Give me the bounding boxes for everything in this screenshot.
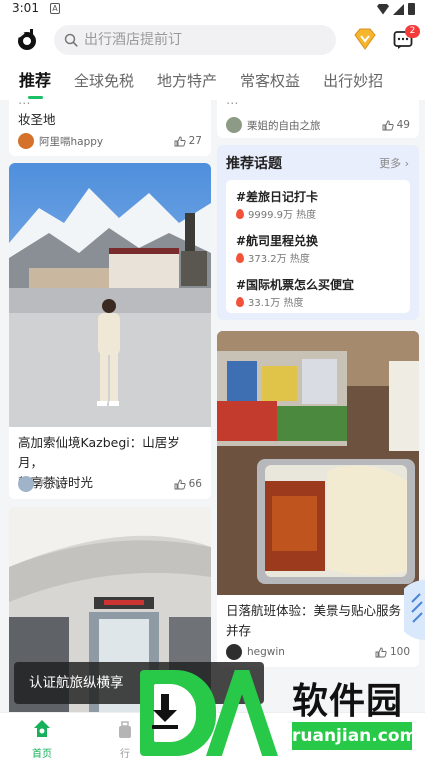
nav-trip-label: 行 [120,749,130,759]
like-count: 66 [188,478,202,490]
avatar[interactable] [226,644,242,660]
card-meta: 栗姐的自由之旅 49 [226,116,410,134]
topic-item[interactable]: #国际机票怎么买便宜 33.1万 热度 [236,276,354,309]
topic-heat-value: 33.1万 热度 [248,298,304,309]
avatar[interactable] [18,476,34,492]
thumbs-up-icon [382,120,394,130]
nav-home-label: 首页 [32,749,52,759]
tab-frequent-flyer[interactable]: 常客权益 [240,64,300,98]
category-tabs: 推荐 全球免税 地方特产 常客权益 出行妙招 [0,64,425,100]
card-title-line1: 日落航班体验：美景与贴心服务 [226,603,402,618]
feed-card[interactable]: … 妆圣地 阿里嗝happy 27 [9,100,211,156]
floating-badge-icon[interactable] [404,580,425,640]
thumbs-up-icon [174,136,186,146]
like-button[interactable]: 100 [375,646,410,658]
author-name[interactable]: 栗姐的自由之旅 [247,118,382,133]
signal-icon [393,3,404,15]
search-icon [64,33,78,47]
app-logo-icon[interactable] [15,27,39,51]
status-bar: 3:01 A [0,0,425,18]
card-meta: hegwin 100 [226,643,410,661]
tab-global-dutyfree[interactable]: 全球免税 [74,64,134,98]
vip-diamond-icon[interactable] [352,27,378,51]
app-notification-icon: A [50,3,60,14]
card-meta: 阿里嗝happy 27 [18,132,202,150]
message-badge: 2 [405,25,420,38]
card-title-line1: … [217,100,419,110]
author-name[interactable]: 凡凡S [39,477,174,492]
recommended-topics: 推荐话题 更多 › #差旅日记打卡 9999.9万 热度 #航司里程兑换 373… [217,145,419,320]
topic-heat: 373.2万 热度 [236,250,318,265]
topics-list: #差旅日记打卡 9999.9万 热度 #航司里程兑换 373.2万 热度 #国际… [226,180,410,313]
battery-icon [408,3,415,15]
watermark-en-text: ruanjian.com [292,722,417,750]
card-title-line1: … [9,100,211,110]
tab-recommend[interactable]: 推荐 [19,64,51,99]
topic-item[interactable]: #航司里程兑换 373.2万 热度 [236,232,318,265]
like-button[interactable]: 49 [382,119,410,131]
topic-heat-value: 9999.9万 热度 [248,210,317,221]
like-count: 27 [188,135,202,147]
topic-item[interactable]: #差旅日记打卡 9999.9万 热度 [236,188,318,221]
search-bar[interactable] [54,25,336,55]
thumbs-up-icon [174,479,186,489]
flame-icon [236,252,244,263]
card-title-line2: 妆圣地 [18,112,56,127]
flame-icon [236,296,244,307]
topic-heat: 33.1万 热度 [236,294,354,309]
avatar[interactable] [18,133,34,149]
topic-heat: 9999.9万 热度 [236,206,318,221]
like-button[interactable]: 27 [174,135,202,147]
author-name[interactable]: 阿里嗝happy [39,134,174,149]
status-time: 3:01 [12,1,39,15]
tab-local-specialty[interactable]: 地方特产 [157,64,217,98]
topic-name: #国际机票怎么买便宜 [236,278,355,292]
topic-heat-value: 373.2万 热度 [248,254,310,265]
card-title-line2: 并存 [226,623,252,638]
status-indicators [377,3,415,15]
more-label: 更多 [379,157,402,170]
chevron-right-icon: › [404,157,409,170]
watermark-logo-a [206,670,278,756]
thumbs-up-icon [375,647,387,657]
avatar[interactable] [226,117,242,133]
feed[interactable]: … 妆圣地 阿里嗝happy 27 … 栗姐的自由之旅 49 推荐话题 更多 › [0,100,425,712]
like-button[interactable]: 66 [174,478,202,490]
topic-name: #差旅日记打卡 [236,190,319,204]
watermark-cn-text: 软件园 [292,681,404,722]
like-count: 100 [389,646,410,658]
suitcase-icon [119,721,131,738]
feed-card[interactable]: … 栗姐的自由之旅 49 [217,100,419,138]
card-title-line1: 高加索仙境Kazbegi：山居岁月， [18,435,180,470]
card-meta: 凡凡S 66 [18,475,202,493]
search-input[interactable] [84,32,304,48]
nav-trip[interactable]: 行 [116,721,134,759]
tab-travel-tips[interactable]: 出行妙招 [323,64,383,98]
feed-card[interactable]: 日落航班体验：美景与贴心服务 并存 hegwin 100 [217,331,419,667]
home-icon [34,720,50,737]
card-photo [9,163,211,427]
flame-icon [236,208,244,219]
author-name[interactable]: hegwin [247,646,375,658]
like-count: 49 [396,119,410,131]
watermark: 软件园 ruanjian.com [140,670,417,756]
topics-more-link[interactable]: 更多 › [379,155,409,171]
download-icon [152,694,178,729]
feed-card[interactable]: 高加索仙境Kazbegi：山居岁月， 静享茶诗时光 凡凡S 66 [9,163,211,499]
nav-home[interactable]: 首页 [28,719,56,759]
topics-heading: 推荐话题 [226,156,282,172]
wifi-icon [377,3,389,15]
card-photo [217,331,419,595]
topic-name: #航司里程兑换 [236,234,319,248]
